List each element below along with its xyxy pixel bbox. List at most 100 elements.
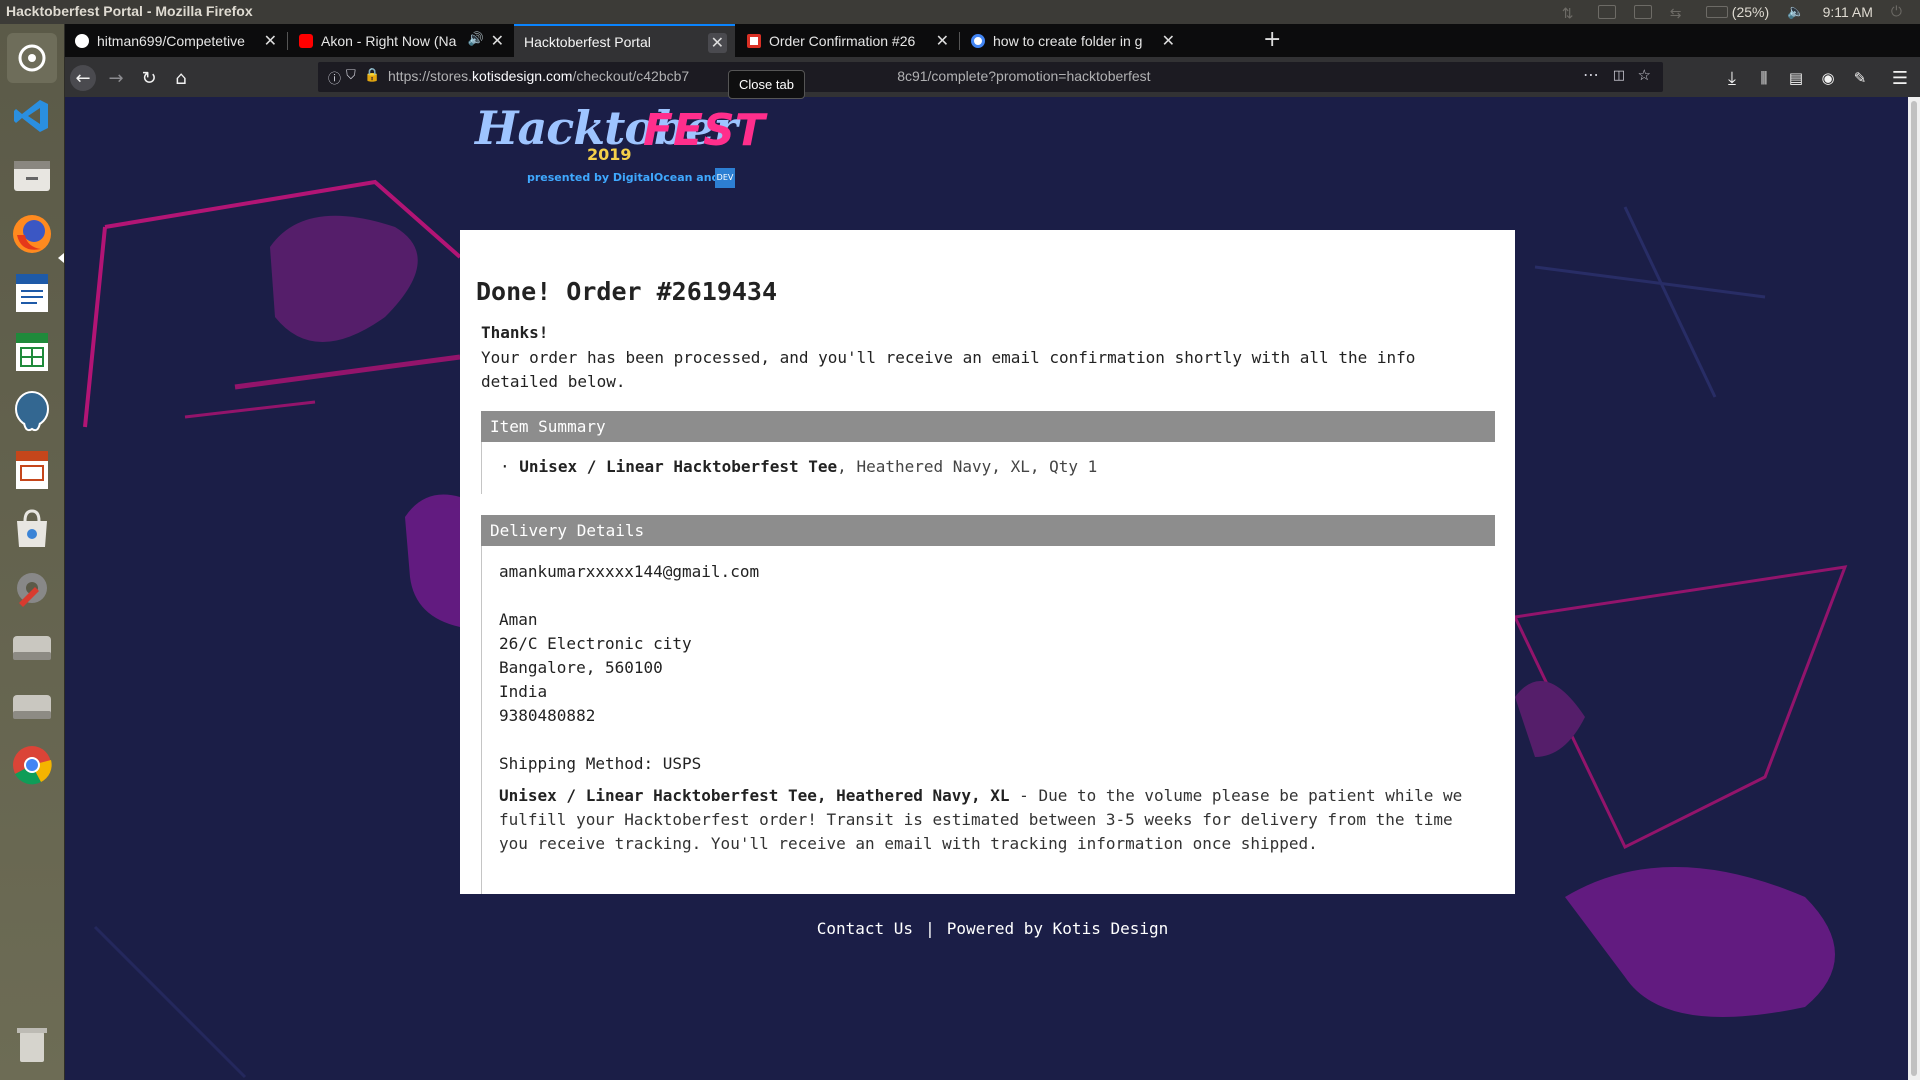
launcher xyxy=(0,24,65,1080)
logo-wordmark-fest: FEST xyxy=(643,105,765,156)
battery-icon[interactable]: (25%) xyxy=(1705,3,1770,20)
bullet: · xyxy=(500,457,510,476)
close-tab-icon[interactable]: ✕ xyxy=(1162,31,1175,51)
email-address: amankumarxxxxx144@gmail.com xyxy=(499,562,760,581)
shipping-method: Shipping Method: USPS xyxy=(499,754,702,773)
tab-hacktoberfest[interactable]: Hacktoberfest Portal ✕ xyxy=(514,24,735,57)
phone-number: 9380480882 xyxy=(499,706,596,725)
scrollbar-thumb[interactable] xyxy=(1911,101,1917,1076)
writer-icon[interactable] xyxy=(7,268,57,318)
firefox-icon[interactable] xyxy=(7,209,57,259)
impress-icon[interactable] xyxy=(7,445,57,495)
chrome-icon[interactable] xyxy=(7,740,57,790)
address-country: India xyxy=(499,682,548,701)
tab-gmail[interactable]: Order Confirmation #26 ✕ xyxy=(737,24,957,57)
lock-icon[interactable]: 🔒 xyxy=(364,68,380,83)
volume-icon[interactable]: 🔈 xyxy=(1787,3,1804,20)
address-street: 26/C Electronic city xyxy=(499,634,692,653)
forward-button[interactable]: → xyxy=(103,65,129,91)
tab-separator xyxy=(959,32,960,50)
note-item-name: Unisex / Linear Hacktoberfest Tee, Heath… xyxy=(499,786,1010,805)
close-tab-tooltip: Close tab xyxy=(728,70,805,99)
power-icon[interactable]: ⏻ xyxy=(1891,3,1902,20)
close-tab-icon[interactable]: ✕ xyxy=(491,31,504,51)
close-tab-icon[interactable]: ✕ xyxy=(264,31,277,51)
close-tab-icon[interactable]: ✕ xyxy=(707,33,727,53)
thanks-heading: Thanks! xyxy=(481,323,549,342)
powered-by-link[interactable]: Powered by Kotis Design xyxy=(947,919,1169,938)
item-name: Unisex / Linear Hacktoberfest Tee xyxy=(519,457,838,476)
info-icon[interactable]: ⓘ xyxy=(328,68,341,87)
pocket-icon[interactable]: ◫ xyxy=(1613,68,1625,83)
settings-icon[interactable] xyxy=(7,563,57,613)
speaker-icon[interactable]: 🔊 xyxy=(468,31,484,47)
shipping-note: Unisex / Linear Hacktoberfest Tee, Heath… xyxy=(499,784,1489,856)
page-actions-icon[interactable]: ⋯ xyxy=(1583,65,1599,84)
github-icon xyxy=(75,33,89,48)
tab-title: how to create folder in g xyxy=(993,32,1143,49)
item-summary-body: · Unisex / Linear Hacktoberfest Tee, Hea… xyxy=(481,442,1495,494)
tab-github[interactable]: hitman699/Competetive ✕ xyxy=(65,24,285,57)
item-details: , Heathered Navy, XL, Qty 1 xyxy=(837,457,1098,476)
page-content: Hacktober FEST 2019 presented by Digital… xyxy=(65,97,1920,1080)
bookmark-star-icon[interactable]: ☆ xyxy=(1638,66,1651,84)
back-button[interactable]: ← xyxy=(70,65,96,91)
bluetooth-icon[interactable] xyxy=(1597,4,1616,19)
active-app-indicator xyxy=(58,253,64,263)
pgadmin-icon[interactable] xyxy=(7,386,57,436)
hacktoberfest-logo[interactable]: Hacktober FEST 2019 presented by Digital… xyxy=(475,97,780,193)
files-icon[interactable] xyxy=(7,150,57,200)
address-name: Aman xyxy=(499,610,538,629)
gmail-icon xyxy=(747,33,761,48)
sync-icon[interactable]: ⇅ xyxy=(1562,5,1580,21)
calc-icon[interactable] xyxy=(7,327,57,377)
system-tray: ⇅ ⇆ (25%) 🔈 9:11 AM ⏻ xyxy=(1562,3,1902,21)
address-city: Bangalore, 560100 xyxy=(499,658,663,677)
dash-home-icon[interactable] xyxy=(7,33,57,83)
home-button[interactable]: ⌂ xyxy=(168,65,194,91)
navigation-toolbar: ← → ↻ ⌂ ⓘ ⛉ 🔒 https://stores.kotisdesign… xyxy=(65,57,1920,97)
extension-icon[interactable]: ✎ xyxy=(1847,65,1873,91)
order-item: · Unisex / Linear Hacktoberfest Tee, Hea… xyxy=(500,457,1097,476)
youtube-icon xyxy=(299,33,313,48)
delivery-details-header: Delivery Details xyxy=(481,515,1495,546)
dev-logo-icon: DEV xyxy=(715,168,735,188)
confirmation-message: Your order has been processed, and you'l… xyxy=(481,348,1416,391)
reload-button[interactable]: ↻ xyxy=(136,65,162,91)
tab-separator xyxy=(287,32,288,50)
mail-icon[interactable] xyxy=(1633,4,1652,19)
trash-icon[interactable] xyxy=(7,1019,57,1069)
tab-title: Hacktoberfest Portal xyxy=(524,33,651,50)
drive-2-icon[interactable] xyxy=(7,681,57,731)
vscode-icon[interactable] xyxy=(7,91,57,141)
downloads-icon[interactable]: ⤓ xyxy=(1719,65,1745,91)
url-bar[interactable]: ⓘ ⛉ 🔒 https://stores.kotisdesign.com/che… xyxy=(318,62,1663,92)
battery-level: (25%) xyxy=(1731,3,1770,20)
network-icon[interactable]: ⇆ xyxy=(1670,5,1688,21)
tracking-shield-icon[interactable]: ⛉ xyxy=(346,68,356,83)
menu-icon[interactable]: ☰ xyxy=(1887,65,1913,91)
order-confirmation-card: Done! Order #2619434 Thanks! Your order … xyxy=(460,230,1515,894)
page-scrollbar[interactable] xyxy=(1908,97,1920,1080)
footer-separator: | xyxy=(925,919,935,938)
page-title: Done! Order #2619434 xyxy=(476,277,778,306)
software-center-icon[interactable] xyxy=(7,504,57,554)
tab-google[interactable]: how to create folder in g ✕ xyxy=(961,24,1183,57)
close-tab-icon[interactable]: ✕ xyxy=(936,31,949,51)
new-tab-button[interactable]: + xyxy=(1263,27,1281,52)
logo-year: 2019 xyxy=(587,145,632,164)
clock[interactable]: 9:11 AM xyxy=(1823,4,1873,20)
tab-youtube[interactable]: Akon - Right Now (Na 🔊 ✕ xyxy=(289,24,512,57)
sidebar-icon[interactable]: ▤ xyxy=(1783,65,1809,91)
page-footer: Contact Us | Powered by Kotis Design xyxy=(65,919,1920,938)
google-icon xyxy=(971,33,985,48)
library-icon[interactable]: ⫼ xyxy=(1751,65,1777,91)
tab-title: hitman699/Competetive xyxy=(97,32,245,49)
contact-us-link[interactable]: Contact Us xyxy=(817,919,913,938)
delivery-details-body: amankumarxxxxx144@gmail.com Aman 26/C El… xyxy=(481,546,1495,894)
tab-title: Order Confirmation #26 xyxy=(769,32,916,49)
tab-title: Akon - Right Now (Na xyxy=(321,32,457,49)
account-icon[interactable]: ◉ xyxy=(1815,65,1841,91)
drive-icon[interactable] xyxy=(7,622,57,672)
top-panel: Hacktoberfest Portal - Mozilla Firefox ⇅… xyxy=(0,0,1920,24)
